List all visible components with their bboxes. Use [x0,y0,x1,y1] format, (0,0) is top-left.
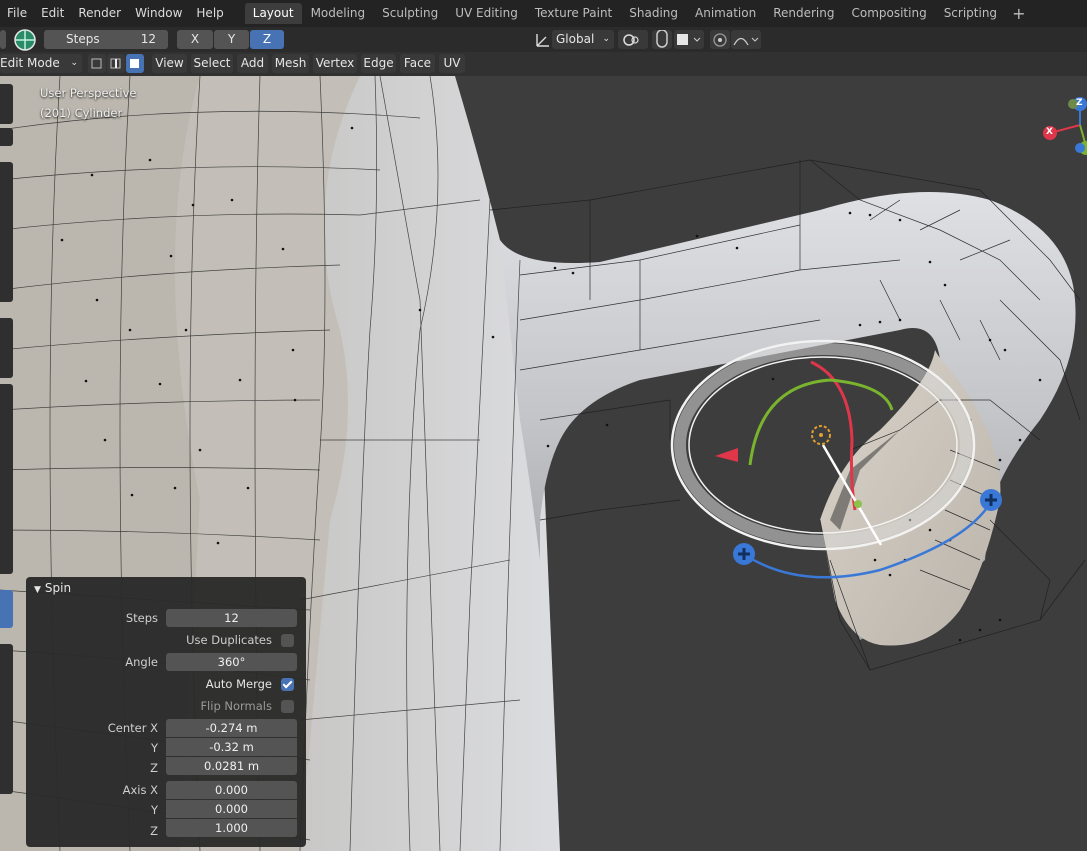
menu-face[interactable]: Face [400,54,435,73]
snap-toggle[interactable] [652,29,672,49]
tab-uv-editing[interactable]: UV Editing [447,3,526,24]
menu-help[interactable]: Help [189,0,230,27]
flip-normals-checkbox[interactable] [281,700,294,713]
transform-tools[interactable] [0,162,13,302]
pivot-icon [623,34,639,46]
menu-vertex[interactable]: Vertex [313,54,357,73]
viewport-header: Edit Mode ⌄ View Select Add Mesh Vertex … [0,52,1087,76]
collapse-triangle-icon: ▼ [34,585,41,595]
menu-mesh[interactable]: Mesh [272,54,309,73]
menu-render[interactable]: Render [71,0,128,27]
use-duplicates-checkbox[interactable] [281,634,294,647]
axis-y-button[interactable]: Y [214,30,249,49]
mesh-tools[interactable] [0,384,13,574]
snap-target-select[interactable] [674,30,704,49]
proportional-edit-toggle[interactable] [710,30,730,49]
spin-tool-icon[interactable] [12,28,38,52]
face-mode-icon [130,59,139,68]
spin-panel-title: Spin [44,581,72,595]
tab-compositing[interactable]: Compositing [843,3,934,24]
tab-scripting[interactable]: Scripting [936,3,1005,24]
spin-tool-button[interactable] [0,590,13,628]
tool-icon-partial[interactable] [0,30,6,49]
gizmo-z-label[interactable]: Z [1076,98,1083,108]
use-duplicates-label: Use Duplicates [186,633,272,647]
mode-select[interactable]: Edit Mode ⌄ [0,54,82,73]
menu-file[interactable]: File [0,0,34,27]
tab-texture-paint[interactable]: Texture Paint [527,3,620,24]
axis-x-label: Axis X [122,783,158,797]
mode-select-value: Edit Mode [0,56,60,70]
select-tool[interactable] [0,84,13,124]
vertex-mode-icon [91,58,102,69]
spin-panel-header[interactable]: ▼ Spin [34,581,71,595]
tab-layout[interactable]: Layout [244,3,302,24]
gizmo-x-label[interactable]: X [1046,127,1053,137]
axis-z-label: Z [150,824,158,838]
object-info: (201) Cylinder [40,106,123,120]
menu-window[interactable]: Window [128,0,189,27]
snap-square-icon [677,34,701,45]
steps-field-value: 12 [140,32,156,46]
tab-modeling[interactable]: Modeling [303,3,374,24]
spin-operator-panel: ▼ Spin Steps 12 Use Duplicates Angle 360°… [26,577,306,847]
top-menu-bar: File Edit Render Window Help Layout Mode… [0,0,1087,27]
tab-rendering[interactable]: Rendering [765,3,842,24]
edge-mode-icon [110,58,121,69]
steps-label: Steps [125,611,158,625]
falloff-select[interactable] [731,30,761,49]
tool-settings-bar: Steps 12 X Y Z Global ⌄ [0,27,1087,52]
axis-z-input[interactable]: 1.000 [166,819,297,837]
transform-orientation-value: Global [556,32,595,46]
pivot-point-select[interactable] [618,30,648,49]
tab-shading[interactable]: Shading [621,3,686,24]
chevron-down-icon: ⌄ [70,58,78,68]
axis-y-input[interactable]: 0.000 [166,800,297,818]
more-tools[interactable] [0,644,13,794]
angle-label: Angle [125,655,158,669]
axis-y-label: Y [150,803,158,817]
menu-uv[interactable]: UV [439,54,465,73]
view-name: User Perspective [40,86,137,100]
vertex-select-mode-button[interactable] [88,54,106,73]
face-select-mode-button[interactable] [126,54,144,73]
menu-edit[interactable]: Edit [34,0,71,27]
steps-field-label: Steps [66,32,100,46]
axis-x-input[interactable]: 0.000 [166,781,297,799]
flip-normals-label: Flip Normals [200,699,272,713]
menu-add[interactable]: Add [237,54,268,73]
angle-input[interactable]: 360° [166,653,297,671]
axis-z-button[interactable]: Z [250,30,284,49]
menu-view[interactable]: View [152,54,187,73]
tab-animation[interactable]: Animation [687,3,764,24]
magnet-icon [656,29,668,48]
center-y-label: Y [150,741,158,755]
steps-field[interactable]: Steps 12 [44,30,168,49]
center-x-label: Center X [107,721,158,735]
edge-select-mode-button[interactable] [107,54,125,73]
transform-orientation-select[interactable]: Global ⌄ [552,30,614,49]
axis-x-button[interactable]: X [177,30,213,49]
center-z-input[interactable]: 0.0281 m [166,757,297,775]
tab-sculpting[interactable]: Sculpting [374,3,446,24]
proportional-edit-icon [713,33,727,47]
menu-edge[interactable]: Edge [361,54,396,73]
auto-merge-checkbox[interactable] [281,678,294,691]
orientation-icon [536,34,549,47]
chevron-down-icon: ⌄ [602,34,610,44]
center-y-input[interactable]: -0.32 m [166,738,297,756]
falloff-curve-icon [733,37,759,46]
cursor-tool[interactable] [0,128,13,146]
add-workspace-button[interactable]: + [1006,4,1031,23]
annotate-tools[interactable] [0,318,13,378]
tool-shelf [0,84,14,800]
steps-input[interactable]: 12 [166,609,297,627]
auto-merge-label: Auto Merge [205,677,272,691]
center-x-input[interactable]: -0.274 m [166,719,297,737]
center-z-label: Z [150,761,158,775]
menu-select[interactable]: Select [191,54,233,73]
